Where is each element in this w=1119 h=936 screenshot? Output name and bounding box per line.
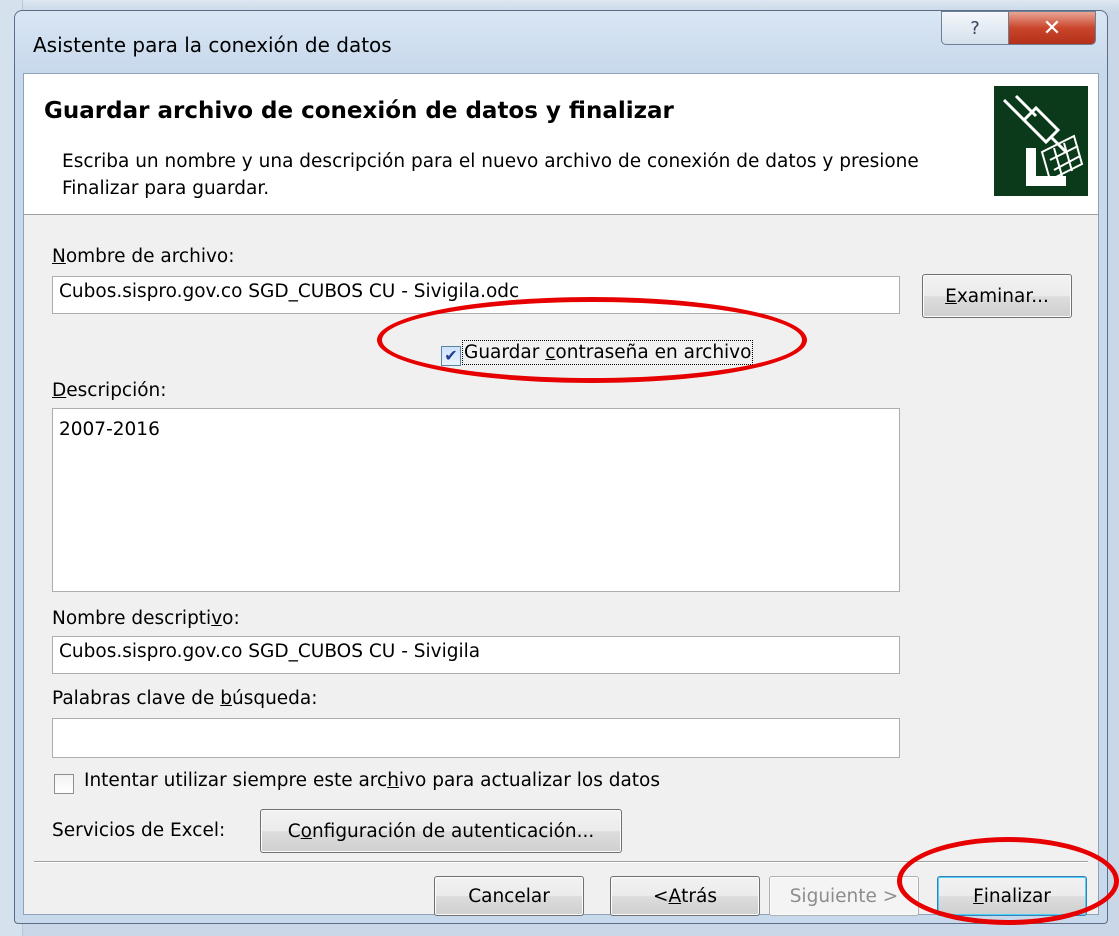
cancel-button[interactable]: Cancelar	[434, 876, 584, 916]
always-use-checkbox[interactable]	[54, 774, 74, 794]
always-use-label[interactable]: Intentar utilizar siempre este archivo p…	[84, 770, 660, 791]
description-textarea[interactable]: 2007-2016	[52, 408, 900, 592]
help-icon: ?	[970, 17, 980, 39]
help-button[interactable]: ?	[941, 11, 1009, 45]
description-label: Descripción:	[52, 380, 167, 401]
friendly-name-label: Nombre descriptivo:	[52, 608, 240, 629]
save-password-checkbox[interactable]: ✔	[441, 346, 461, 366]
keywords-input[interactable]	[52, 718, 900, 758]
save-password-label[interactable]: Guardar contraseña en archivo	[461, 340, 754, 365]
close-button[interactable]: ✕	[1008, 11, 1096, 45]
authentication-settings-button[interactable]: Co nfiguración de autenticación...	[260, 809, 622, 853]
browse-button[interactable]: Examinar...	[922, 274, 1072, 318]
file-name-input[interactable]: Cubos.sispro.gov.co SGD_CUBOS CU - Sivig…	[52, 276, 900, 314]
file-name-label: Nombre de archivo:	[52, 246, 235, 267]
dialog-body: Guardar archivo de conexión de datos y f…	[23, 73, 1099, 916]
close-icon: ✕	[1042, 15, 1062, 41]
keywords-label: Palabras clave de búsqueda:	[52, 688, 318, 709]
data-connection-icon	[994, 86, 1088, 196]
wizard-header: Guardar archivo de conexión de datos y f…	[24, 74, 1098, 215]
finish-button[interactable]: Finalizar	[937, 876, 1087, 916]
friendly-name-input[interactable]: Cubos.sispro.gov.co SGD_CUBOS CU - Sivig…	[52, 636, 900, 674]
page-title: Guardar archivo de conexión de datos y f…	[44, 98, 674, 124]
title-bar: Asistente para la conexión de datos ? ✕	[15, 11, 1107, 73]
footer-separator	[34, 861, 1088, 863]
window-title: Asistente para la conexión de datos	[33, 33, 392, 57]
dialog-window: Asistente para la conexión de datos ? ✕ …	[14, 10, 1108, 924]
next-button[interactable]: Siguiente >	[769, 876, 919, 916]
excel-services-label: Servicios de Excel:	[52, 820, 226, 841]
page-description: Escriba un nombre y una descripción para…	[62, 151, 919, 199]
back-button[interactable]: < Atrás	[610, 876, 760, 916]
